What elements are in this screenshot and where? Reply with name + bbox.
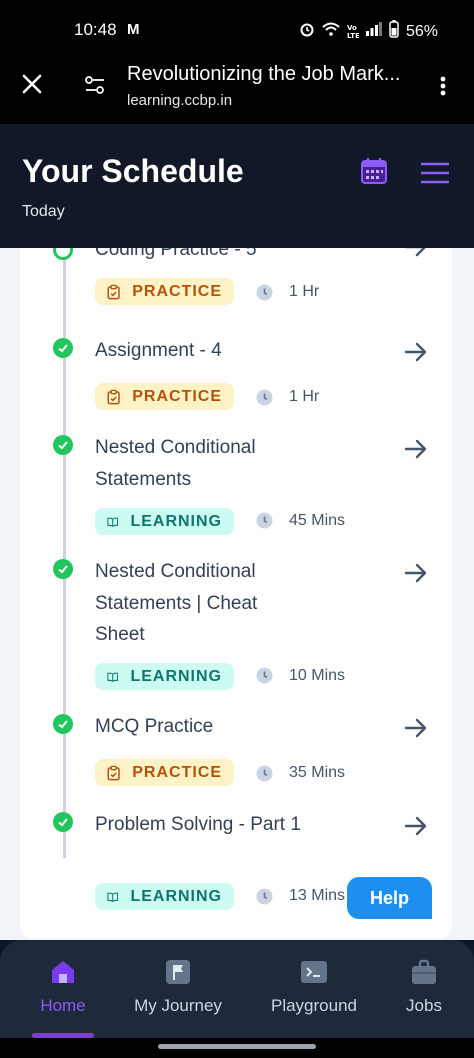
book-icon (107, 892, 119, 902)
item-duration: 13 Mins (289, 887, 346, 904)
nav-playground[interactable]: Playground (268, 958, 360, 1016)
bottom-navigation: Home My Journey Playground Jobs (0, 940, 474, 1038)
tag-label: PRACTICE (132, 387, 222, 405)
schedule-header: Your Schedule Today (0, 124, 474, 248)
status-icons: Vo LTE 56% (299, 20, 438, 43)
battery-icon (389, 20, 399, 43)
practice-tag: PRACTICE (95, 383, 234, 410)
page-title: Revolutionizing the Job Mark... (127, 63, 401, 85)
clock-icon (256, 512, 273, 529)
arrow-right-icon[interactable] (403, 813, 429, 839)
item-duration: 45 Mins (289, 512, 346, 529)
book-icon (107, 672, 119, 682)
item-title: Assignment - 4 (95, 340, 222, 361)
item-title: Nested Conditional Statements (95, 437, 256, 490)
signal-icon (365, 22, 382, 41)
clipboard-icon (107, 389, 120, 404)
clipboard-icon (107, 284, 120, 299)
nav-label: Playground (270, 996, 357, 1015)
battery-percent: 56% (405, 22, 438, 40)
close-icon[interactable] (20, 72, 44, 96)
alarm-icon (299, 21, 315, 42)
nav-label: Jobs (406, 996, 442, 1015)
arrow-right-icon[interactable] (403, 560, 429, 586)
nav-my-journey[interactable]: My Journey (130, 958, 226, 1016)
learning-tag: LEARNING (95, 883, 234, 910)
flag-icon (164, 958, 192, 986)
check-circle-icon (53, 338, 73, 358)
item-title: Nested Conditional Statements | Cheat Sh… (95, 561, 258, 645)
learning-tag: LEARNING (95, 663, 234, 690)
site-settings-icon[interactable] (84, 74, 106, 96)
arrow-right-icon[interactable] (403, 339, 429, 365)
check-circle-icon (53, 714, 73, 734)
item-title: Coding Practice - 5 (95, 248, 257, 260)
item-title: MCQ Practice (95, 716, 214, 737)
clock-icon (256, 284, 273, 301)
clock-icon (256, 888, 273, 905)
browser-toolbar: Revolutionizing the Job Mark... learning… (0, 60, 474, 124)
volte-icon: Vo LTE (347, 23, 360, 41)
arrow-right-icon[interactable] (403, 436, 429, 462)
nav-label: My Journey (134, 996, 222, 1015)
help-button[interactable]: Help (347, 877, 432, 919)
tag-label: LEARNING (130, 667, 222, 685)
nav-home[interactable]: Home (38, 958, 88, 1016)
book-icon (107, 517, 119, 527)
schedule-date: Today (22, 203, 65, 220)
wifi-icon (322, 22, 340, 41)
item-duration: 10 Mins (289, 667, 346, 684)
check-circle-icon (53, 435, 73, 455)
tag-label: LEARNING (130, 887, 222, 905)
clock-icon (256, 765, 273, 782)
item-duration: 1 Hr (289, 283, 320, 300)
practice-tag: PRACTICE (95, 759, 234, 786)
item-title: Problem Solving - Part 1 (95, 814, 301, 835)
arrow-right-icon[interactable] (403, 248, 429, 260)
more-options-icon[interactable] (437, 74, 449, 98)
status-bar: 10:48 M Vo LTE 56% (0, 0, 474, 60)
check-circle-icon (53, 559, 73, 579)
calendar-icon[interactable] (360, 157, 388, 185)
briefcase-icon (410, 958, 438, 986)
gmail-icon: M (127, 21, 140, 38)
item-duration: 35 Mins (289, 764, 346, 781)
tag-label: LEARNING (130, 512, 222, 530)
learning-tag: LEARNING (95, 508, 234, 535)
gesture-home-pill[interactable] (158, 1044, 316, 1049)
svg-text:Vo: Vo (347, 24, 357, 32)
item-duration: 1 Hr (289, 388, 320, 405)
home-icon (49, 958, 77, 986)
tag-label: PRACTICE (132, 763, 222, 781)
hamburger-menu-icon[interactable] (420, 161, 450, 185)
terminal-icon (300, 958, 328, 986)
arrow-right-icon[interactable] (403, 715, 429, 741)
schedule-title: Your Schedule (22, 153, 244, 189)
practice-tag: PRACTICE (95, 278, 234, 305)
nav-label: Home (40, 996, 86, 1015)
check-circle-icon (53, 812, 73, 832)
tag-label: PRACTICE (132, 282, 222, 300)
page-url[interactable]: learning.ccbp.in (127, 92, 232, 109)
schedule-content: Coding Practice - 5 PRACTICE 1 Hr Assign… (0, 248, 474, 940)
status-time: 10:48 (74, 20, 117, 39)
clock-icon (256, 389, 273, 406)
nav-jobs[interactable]: Jobs (401, 958, 447, 1016)
clock-icon (256, 667, 273, 684)
svg-text:LTE: LTE (347, 32, 359, 39)
clipboard-icon (107, 765, 120, 780)
